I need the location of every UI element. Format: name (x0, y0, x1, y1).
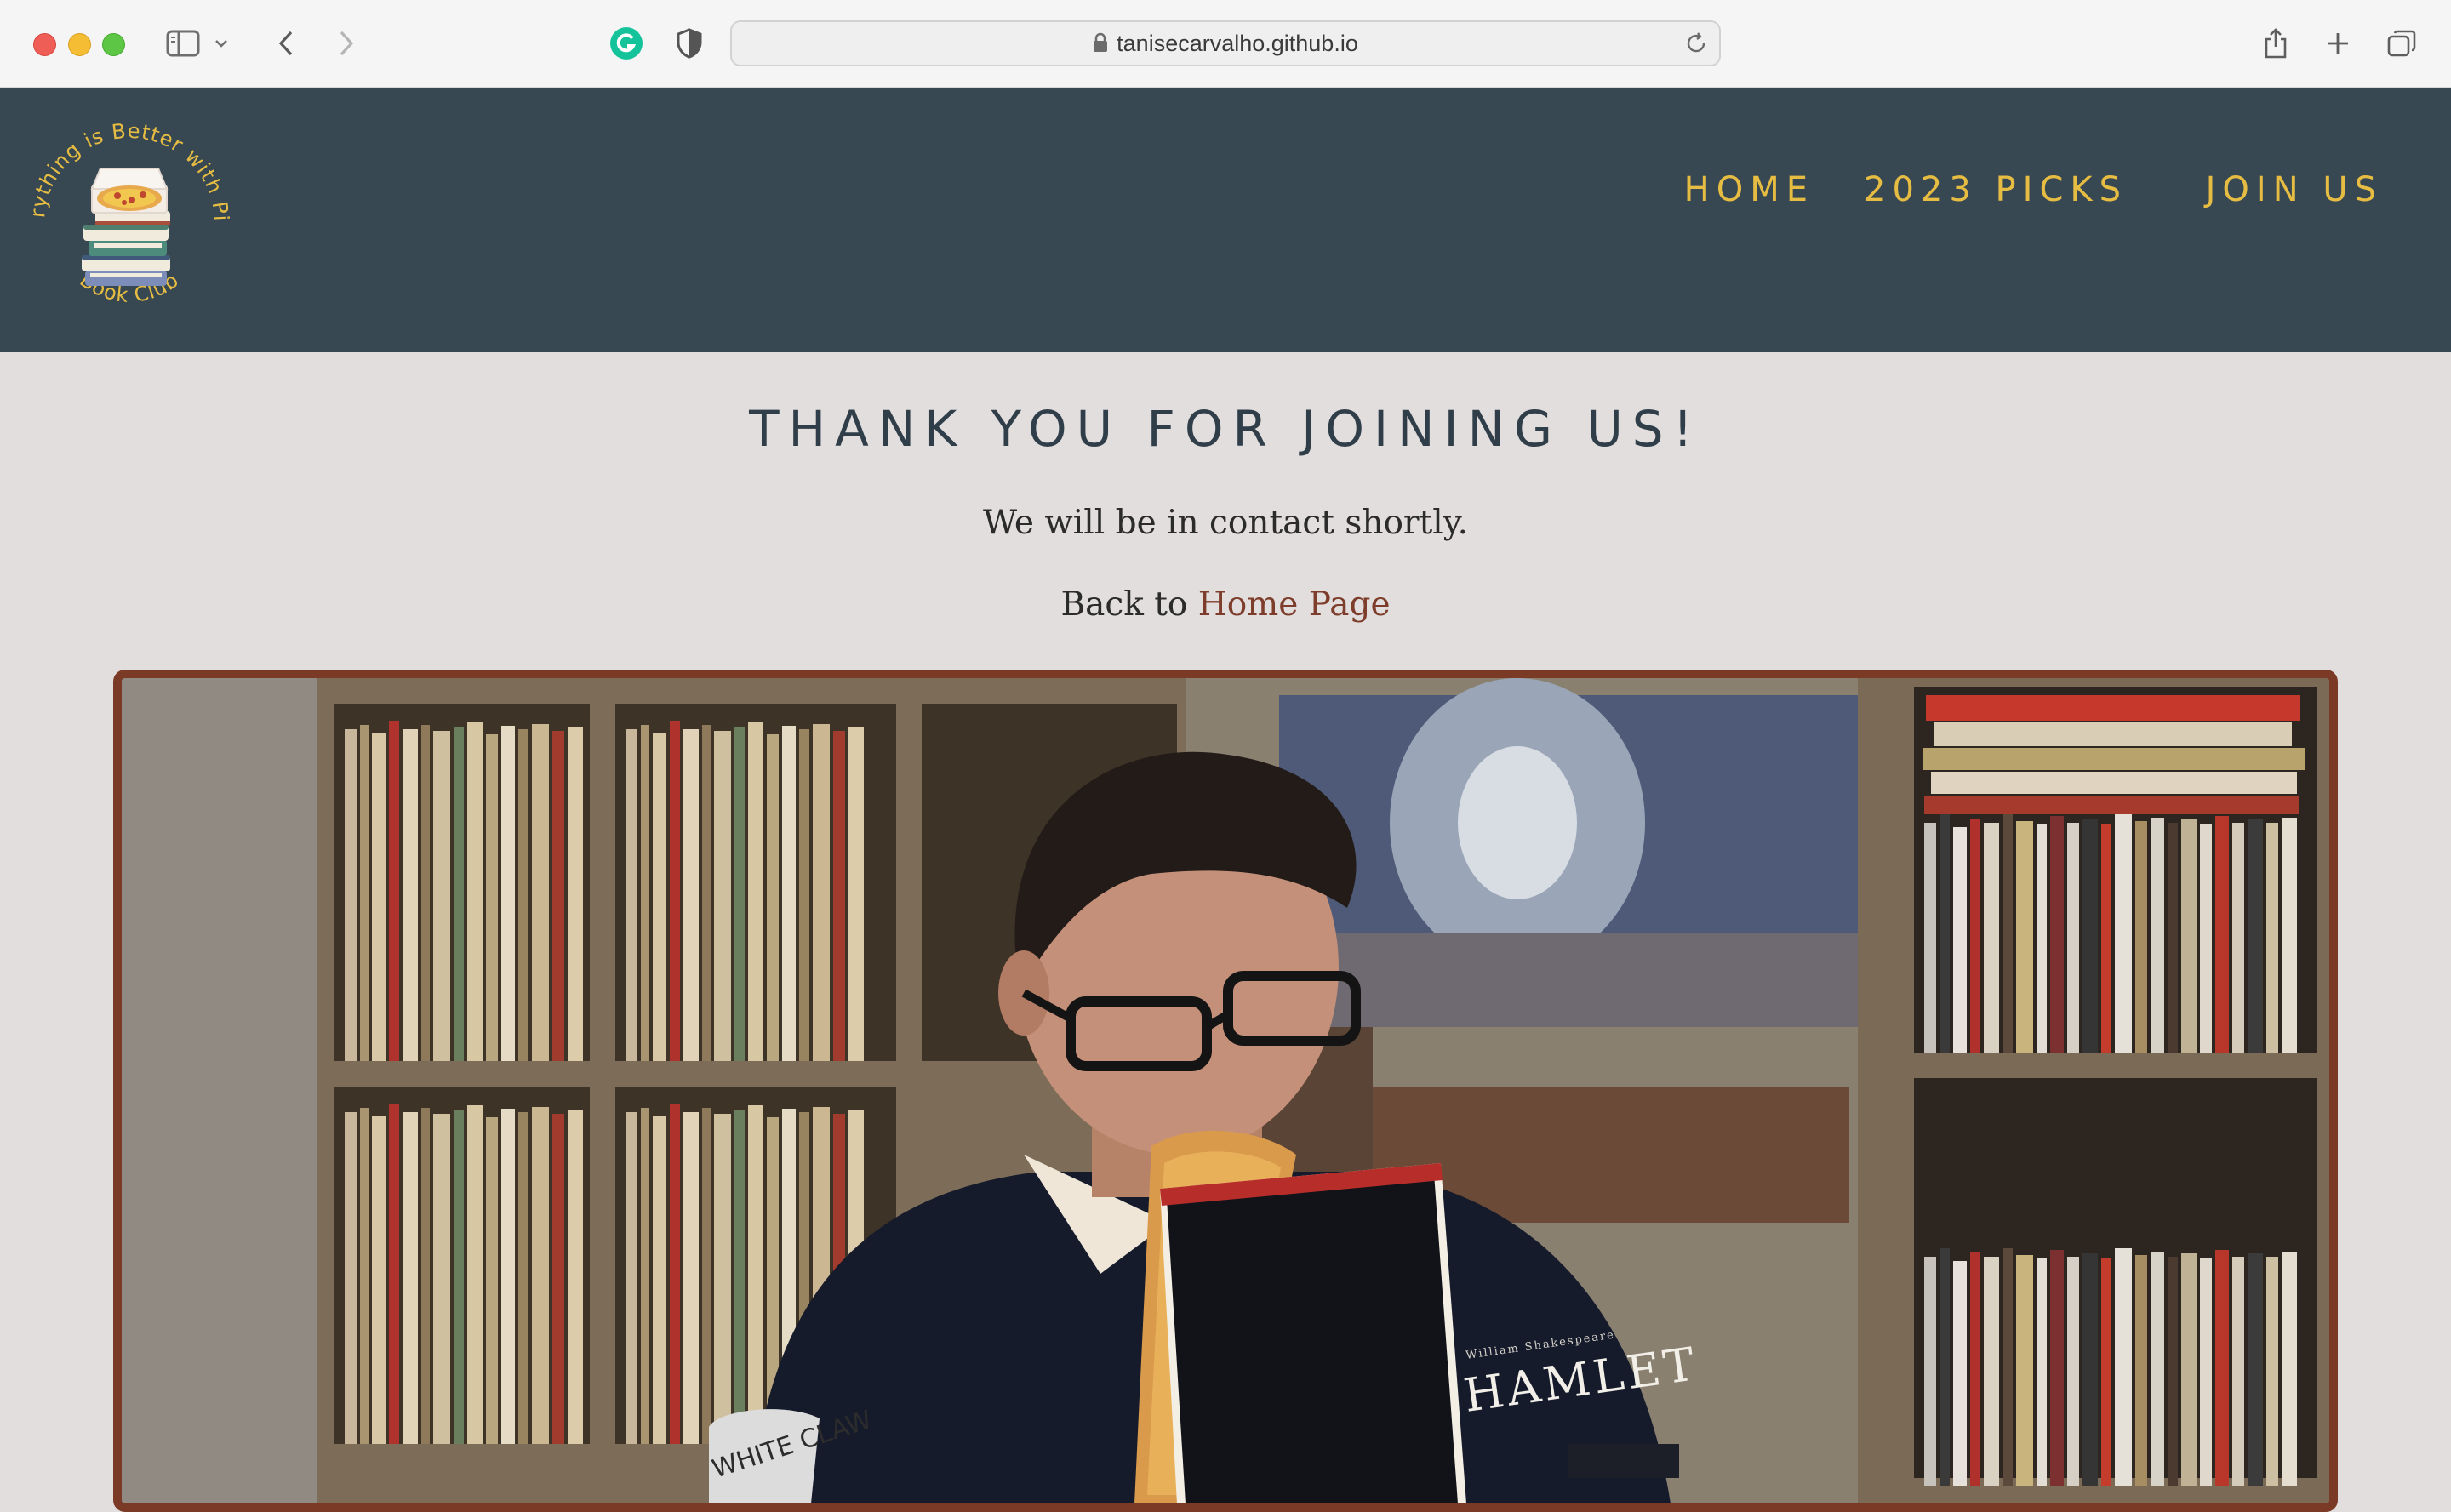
new-tab-plus-icon[interactable] (2317, 22, 2359, 65)
site-header: Everything is Better with Pizza Book Clu… (0, 85, 2451, 352)
pizza-box-icon (90, 168, 169, 214)
minimize-window-button[interactable] (68, 33, 91, 56)
home-page-link[interactable]: Home Page (1198, 585, 1391, 624)
reader-with-pizza-illustration: HAMLET William Shakespeare WHITE CLAW (122, 678, 2329, 1503)
book-stack-icon (82, 211, 170, 286)
chevron-down-icon[interactable] (209, 22, 234, 65)
confirmation-message: We will be in contact shortly. (983, 504, 1468, 542)
grammarly-extension-icon[interactable] (605, 22, 648, 65)
back-arrow-icon[interactable] (265, 22, 307, 65)
back-prefix-text: Back to (1060, 585, 1198, 624)
sidebar-toggle-icon[interactable] (162, 22, 204, 65)
hero-photo: HAMLET William Shakespeare WHITE CLAW (113, 670, 2338, 1512)
page-title: THANK YOU FOR JOINING US! (749, 400, 1702, 458)
book-club-logo[interactable]: Everything is Better with Pizza Book Clu… (12, 85, 240, 325)
nav-home-link[interactable]: HOME (1684, 170, 1814, 209)
lock-icon (1093, 24, 1108, 66)
reload-icon[interactable] (1683, 31, 1709, 56)
tab-overview-icon[interactable] (2380, 22, 2423, 65)
forward-arrow-icon[interactable] (325, 22, 368, 65)
nav-join-us-link[interactable]: JOIN US (2206, 170, 2383, 209)
share-icon[interactable] (2254, 22, 2297, 65)
privacy-shield-icon[interactable] (668, 22, 711, 65)
zoom-window-button[interactable] (102, 33, 125, 56)
browser-toolbar: tanisecarvalho.github.io (0, 0, 2451, 88)
nav-2023-picks-link[interactable]: 2023 PICKS (1864, 170, 2128, 209)
back-to-home-line: Back to Home Page (0, 585, 2451, 624)
url-text: tanisecarvalho.github.io (1117, 31, 1358, 56)
close-window-button[interactable] (33, 33, 56, 56)
address-bar[interactable]: tanisecarvalho.github.io (730, 20, 1721, 66)
